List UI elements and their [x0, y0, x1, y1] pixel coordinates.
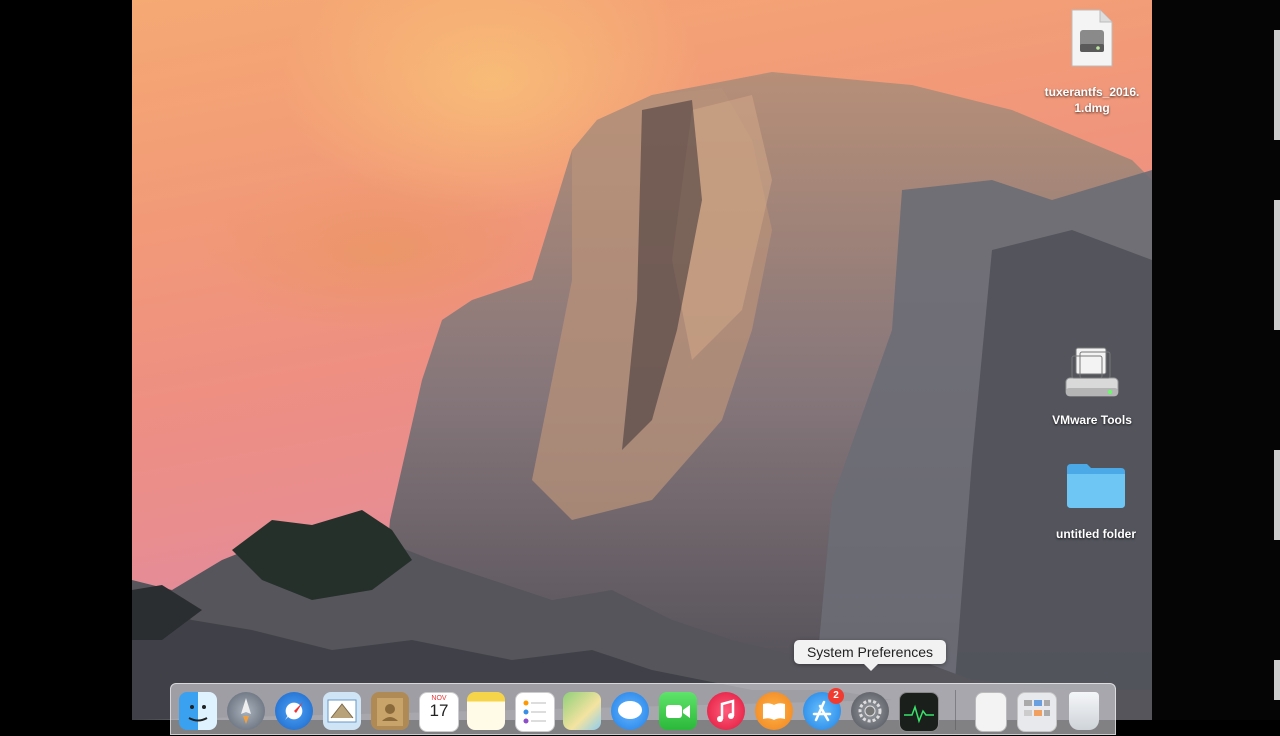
- desktop-icon-label: tuxerantfs_2016. 1.dmg: [1044, 85, 1140, 115]
- calendar-icon[interactable]: NOV 17: [419, 692, 459, 732]
- desktop-icon-dmg[interactable]: tuxerantfs_2016. 1.dmg: [1032, 8, 1152, 116]
- disk-image-icon: [1071, 9, 1113, 67]
- host-edge-artifact: [1274, 200, 1280, 330]
- desktop-icon-vmware-tools[interactable]: VMware Tools: [1032, 342, 1152, 428]
- contacts-icon[interactable]: [371, 692, 409, 730]
- folder-icon: [1067, 464, 1125, 508]
- messages-icon[interactable]: [611, 692, 649, 730]
- host-edge-artifact: [1274, 660, 1280, 700]
- vmware-tools-disk-icon: [1065, 347, 1119, 397]
- finder-icon[interactable]: [179, 692, 217, 730]
- trash-icon[interactable]: [1069, 692, 1099, 730]
- yosemite-el-capitan-wallpaper: [132, 72, 1152, 720]
- dock: NOV 17: [170, 683, 1116, 735]
- document-icon[interactable]: [975, 692, 1007, 732]
- calendar-day: 17: [429, 701, 449, 720]
- desktop-icon-label: untitled folder: [1056, 527, 1136, 541]
- ibooks-icon[interactable]: [755, 692, 793, 730]
- reminders-icon[interactable]: [515, 692, 555, 732]
- app-store-badge: 2: [828, 688, 844, 704]
- host-window-edge: [1152, 0, 1280, 720]
- maps-icon[interactable]: [563, 692, 601, 730]
- desktop-icon-untitled-folder[interactable]: untitled folder: [1036, 460, 1152, 542]
- dock-tooltip: System Preferences: [794, 640, 946, 671]
- facetime-icon[interactable]: [659, 692, 697, 730]
- mail-icon[interactable]: [323, 692, 361, 730]
- activity-monitor-icon[interactable]: [899, 692, 939, 732]
- host-edge-artifact: [1274, 450, 1280, 540]
- dock-separator: [955, 690, 956, 730]
- launchpad-icon[interactable]: [227, 692, 265, 730]
- safari-icon[interactable]: [275, 692, 313, 730]
- system-preferences-icon[interactable]: [851, 692, 889, 730]
- notes-icon[interactable]: [467, 692, 505, 730]
- downloads-stack-icon[interactable]: [1017, 692, 1057, 732]
- host-edge-artifact: [1274, 30, 1280, 140]
- desktop-icon-label: VMware Tools: [1052, 413, 1132, 427]
- desktop-wallpaper: tuxerantfs_2016. 1.dmg VMware Tools unti…: [132, 0, 1152, 720]
- itunes-icon[interactable]: [707, 692, 745, 730]
